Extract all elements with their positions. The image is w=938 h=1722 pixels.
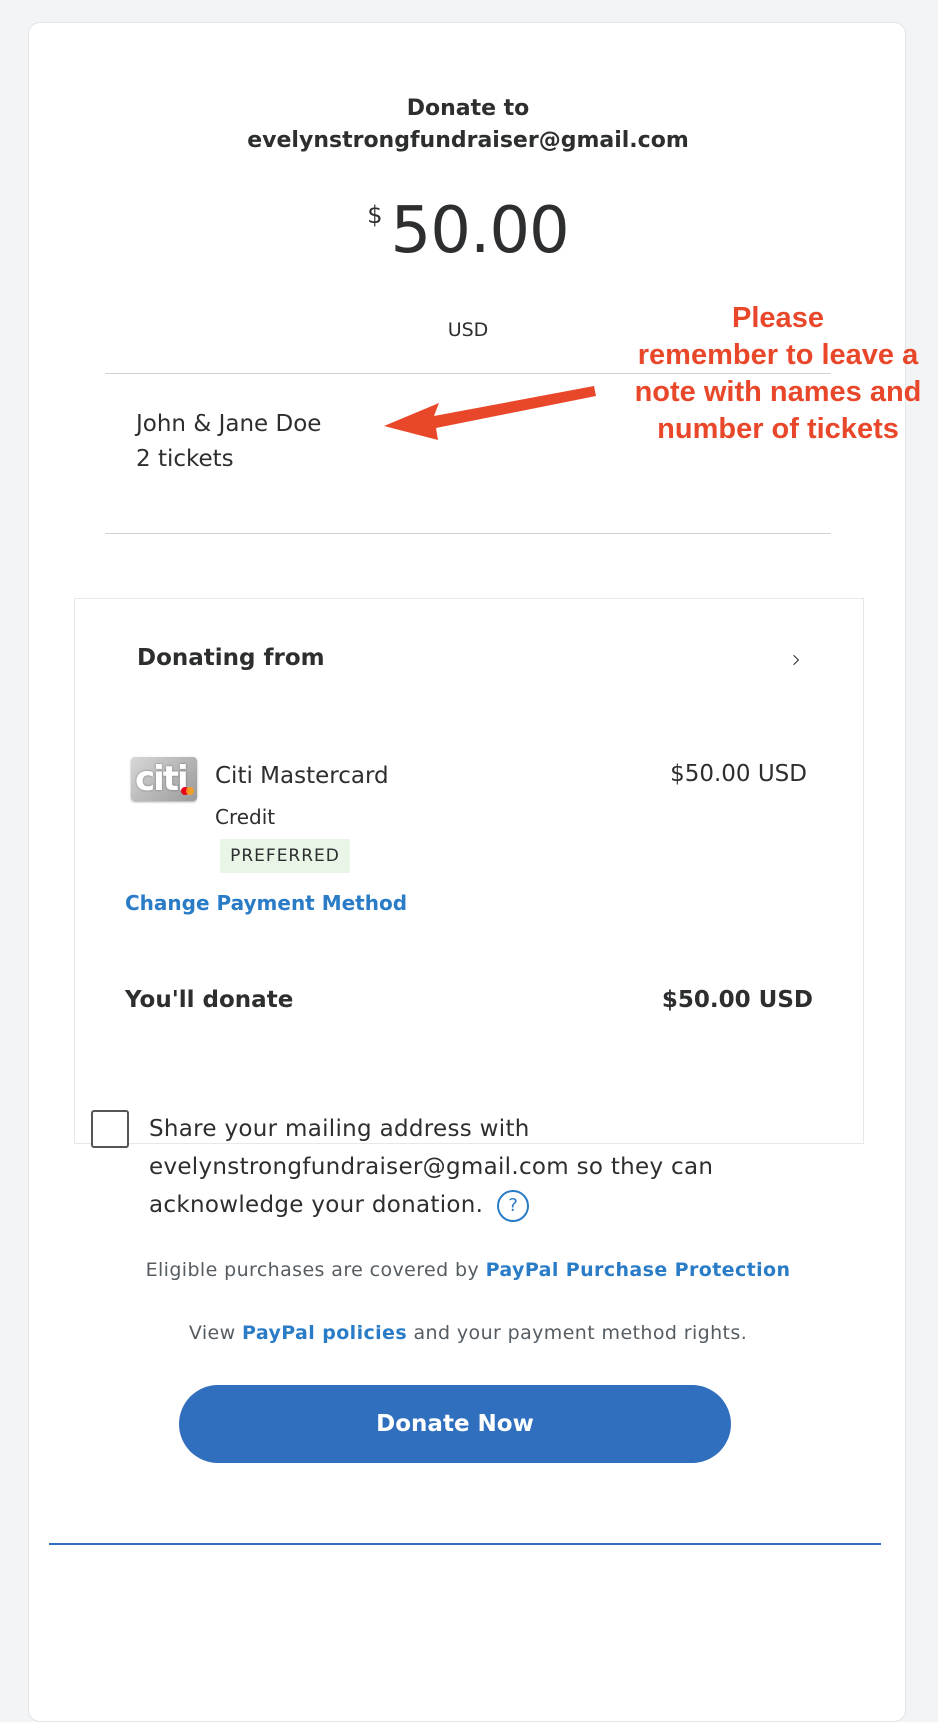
paypal-policies-link[interactable]: PayPal policies bbox=[242, 1322, 407, 1344]
donating-from-title: Donating from bbox=[137, 645, 325, 671]
payment-panel: Donating from citi Citi Mastercard Credi… bbox=[74, 598, 864, 1144]
annotation-line: remember to leave a bbox=[637, 339, 919, 371]
donation-card: Donate to evelynstrongfundraiser@gmail.c… bbox=[28, 22, 921, 1722]
annotation-callout: Please remember to leave a note with nam… bbox=[619, 300, 937, 448]
share-text-line: Share your mailing address with bbox=[149, 1116, 530, 1142]
total-label: You'll donate bbox=[125, 987, 294, 1013]
share-address-checkbox[interactable] bbox=[91, 1110, 129, 1148]
amount-value[interactable]: 50.00 bbox=[391, 191, 570, 271]
currency-symbol: $ bbox=[367, 201, 383, 229]
note-line-tickets[interactable]: 2 tickets bbox=[136, 440, 234, 478]
donate-now-button[interactable]: Donate Now bbox=[179, 1385, 731, 1463]
purchase-protection-link[interactable]: PayPal Purchase Protection bbox=[486, 1259, 791, 1281]
preferred-badge: PREFERRED bbox=[220, 839, 350, 873]
citi-card-logo: citi bbox=[131, 757, 197, 801]
citi-logo-text: citi bbox=[135, 759, 189, 799]
protection-prefix: Eligible purchases are covered by bbox=[145, 1259, 480, 1281]
policy-line: View PayPal policies and your payment me… bbox=[29, 1322, 907, 1344]
share-text-line: evelynstrongfundraiser@gmail.com so they… bbox=[149, 1154, 714, 1180]
amount-display: $50.00 bbox=[29, 191, 907, 271]
divider-bottom bbox=[105, 533, 831, 534]
change-payment-method-link[interactable]: Change Payment Method bbox=[125, 891, 407, 915]
purchase-protection-line: Eligible purchases are covered by PayPal… bbox=[29, 1259, 907, 1281]
total-value: $50.00 USD bbox=[661, 987, 813, 1013]
share-text-line: acknowledge your donation. bbox=[149, 1192, 484, 1218]
mastercard-icon-overlap bbox=[186, 787, 194, 795]
annotation-line: note with names and bbox=[634, 376, 922, 408]
policy-suffix: and your payment method rights. bbox=[413, 1322, 748, 1344]
note-line-names[interactable]: John & Jane Doe bbox=[136, 405, 321, 443]
share-address-text: Share your mailing address with evelynst… bbox=[149, 1110, 769, 1224]
card-type: Credit bbox=[215, 805, 276, 829]
donate-to-label: Donate to bbox=[406, 96, 530, 121]
annotation-line: number of tickets bbox=[657, 413, 899, 445]
recipient-email: evelynstrongfundraiser@gmail.com bbox=[247, 128, 689, 153]
card-name: Citi Mastercard bbox=[215, 763, 389, 789]
help-icon[interactable]: ? bbox=[497, 1189, 530, 1222]
card-amount: $50.00 USD bbox=[670, 761, 807, 787]
bottom-divider bbox=[49, 1543, 881, 1545]
donate-to-heading: Donate to evelynstrongfundraiser@gmail.c… bbox=[29, 93, 907, 157]
share-text-line-last: acknowledge your donation.? bbox=[149, 1186, 769, 1224]
annotation-arrow-icon bbox=[384, 386, 596, 440]
annotation-line: Please bbox=[732, 302, 824, 334]
policy-prefix: View bbox=[188, 1322, 236, 1344]
chevron-right-icon[interactable] bbox=[790, 654, 802, 666]
